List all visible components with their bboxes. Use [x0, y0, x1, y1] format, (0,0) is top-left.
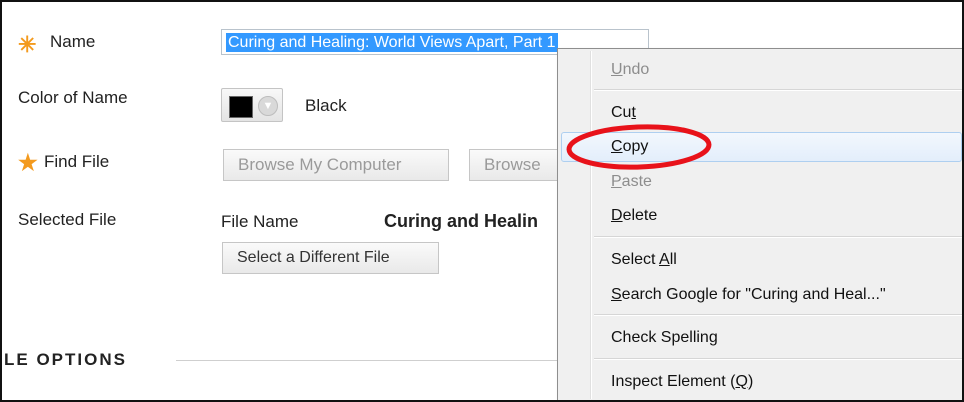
menu-item-inspect-element[interactable]: Inspect Element (Q): [561, 367, 962, 397]
color-label: Color of Name: [18, 88, 128, 107]
section-divider: [176, 360, 576, 361]
browse-computer-button[interactable]: Browse My Computer: [223, 149, 449, 181]
select-different-file-button[interactable]: Select a Different File: [222, 242, 439, 274]
color-value: Black: [305, 96, 347, 115]
accelerator-letter: g: [708, 329, 718, 346]
required-asterisk-icon: ★: [18, 150, 38, 175]
menu-separator: [594, 236, 962, 238]
menu-separator: [594, 358, 962, 360]
file-name-value: Curing and Healin: [384, 211, 539, 231]
accelerator-letter: P: [611, 173, 622, 190]
menu-separator: [594, 314, 962, 316]
menu-separator: [594, 89, 962, 91]
menu-item-search-google[interactable]: Search Google for "Curing and Heal...": [561, 280, 962, 310]
accelerator-letter: U: [611, 61, 623, 78]
chevron-down-icon: ▼: [258, 96, 278, 116]
find-file-label: Find File: [44, 152, 110, 171]
color-swatch: [229, 96, 253, 118]
menu-item-cut[interactable]: Cut: [561, 98, 962, 128]
name-label: Name: [50, 32, 96, 51]
required-asterisk-icon: ✳: [18, 32, 37, 57]
color-picker[interactable]: ▼: [221, 88, 283, 122]
menu-item-check-spelling[interactable]: Check Spelling: [561, 323, 962, 353]
accelerator-letter: t: [631, 104, 636, 121]
section-title: LE OPTIONS: [4, 350, 127, 369]
menu-item-paste[interactable]: Paste: [561, 167, 962, 197]
accelerator-letter: Q: [735, 373, 748, 390]
selected-text: Curing and Healing: World Views Apart, P…: [226, 33, 558, 52]
menu-item-copy[interactable]: Copy: [561, 132, 962, 162]
menu-item-select-all[interactable]: Select All: [561, 245, 962, 275]
menu-item-delete[interactable]: Delete: [561, 201, 962, 231]
file-name-label: File Name: [221, 212, 299, 231]
context-menu: Undo Cut Copy Paste Delete Select All Se…: [557, 48, 962, 400]
accelerator-letter: C: [611, 138, 623, 155]
menu-item-undo[interactable]: Undo: [561, 55, 962, 85]
accelerator-letter: A: [659, 251, 670, 268]
accelerator-letter: D: [611, 207, 623, 224]
selected-file-label: Selected File: [18, 210, 117, 229]
screenshot-frame: ✳ Name Curing and Healing: World Views A…: [0, 0, 964, 402]
accelerator-letter: S: [611, 286, 622, 303]
